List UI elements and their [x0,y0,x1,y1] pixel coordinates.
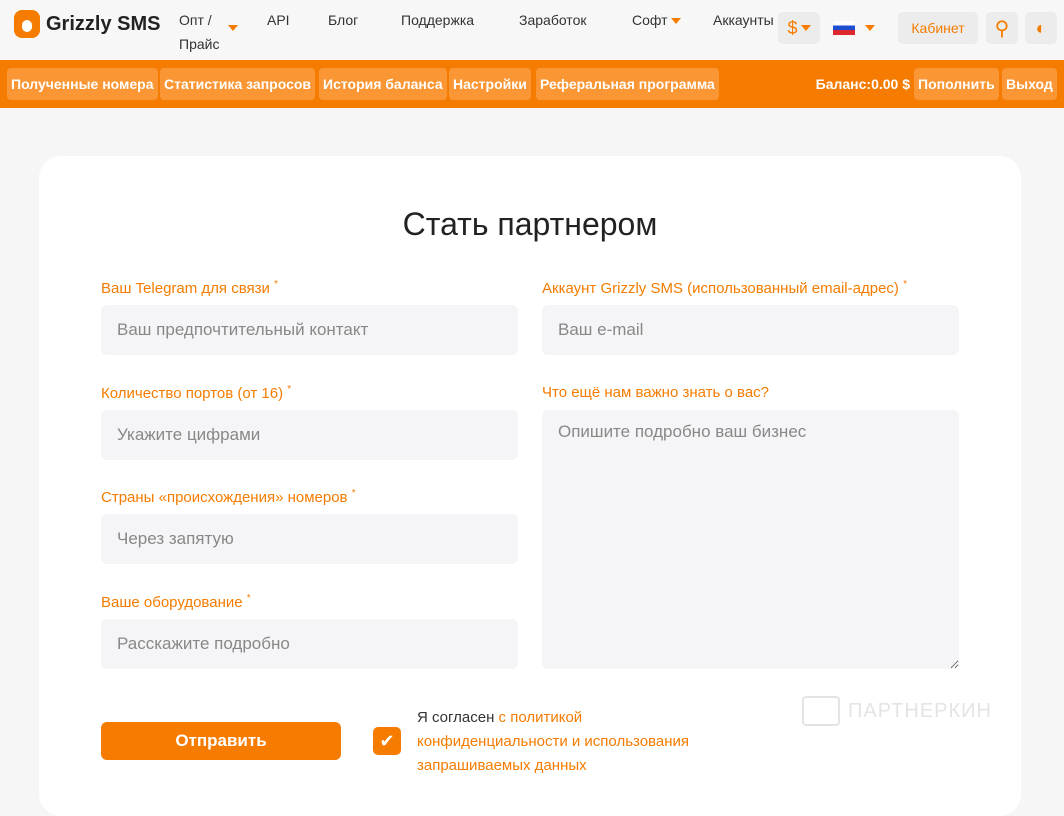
agree-checkbox[interactable]: ✔ [373,727,401,755]
telegram-input[interactable] [101,305,518,355]
bear-icon [14,10,40,38]
cabinet-button[interactable]: Кабинет [898,12,978,44]
watermark: ПАРТНЕРКИН [802,696,992,726]
equipment-label: Ваше оборудование * [101,593,251,611]
theme-toggle-icon[interactable]: ◐ [1025,12,1057,44]
tab-balance-history[interactable]: История баланса [319,68,447,100]
ports-label: Количество портов (от 16) * [101,384,292,402]
email-input[interactable] [542,305,959,355]
search-icon[interactable]: ⚲ [986,12,1018,44]
tab-settings[interactable]: Настройки [449,68,531,100]
nav-accounts[interactable]: Аккаунты [713,8,774,32]
nav-api[interactable]: API [267,8,290,32]
about-label: Что ещё нам важно знать о вас? [542,384,769,401]
topup-button[interactable]: Пополнить [914,68,999,100]
submit-button[interactable]: Отправить [101,722,341,760]
account-label: Аккаунт Grizzly SMS (использованный emai… [542,279,907,297]
brand-name: Grizzly SMS [46,12,161,35]
nav-blog[interactable]: Блог [328,8,358,32]
nav-support[interactable]: Поддержка [401,8,474,32]
telegram-label: Ваш Telegram для связи * [101,279,278,297]
ports-input[interactable] [101,410,518,460]
partnerkin-logo-icon [802,696,840,726]
agree-text: Я согласен с политикой конфиденциальност… [417,709,689,774]
nav-price[interactable]: Опт / Прайс [179,8,229,56]
chevron-down-icon [670,18,681,25]
chevron-down-icon [228,25,238,31]
logo[interactable]: Grizzly SMS [14,10,160,38]
countries-input[interactable] [101,514,518,564]
tab-received-numbers[interactable]: Полученные номера [7,68,158,100]
logout-button[interactable]: Выход [1002,68,1057,100]
equipment-input[interactable] [101,619,518,669]
flag-ru-icon [833,21,855,35]
currency-select[interactable]: $ [778,12,820,44]
balance: Баланс:0.00 $ [815,76,910,92]
countries-label: Страны «происхождения» номеров * [101,488,356,506]
about-textarea[interactable] [542,410,959,669]
nav-earn[interactable]: Заработок [519,8,586,32]
tab-request-stats[interactable]: Статистика запросов [160,68,316,100]
language-select[interactable] [826,12,882,44]
account-nav: Полученные номера Статистика запросов Ис… [0,60,1064,108]
header: Grizzly SMS Опт / Прайс API Блог Поддерж… [0,0,1064,60]
page-title: Стать партнером [402,206,658,242]
nav-soft[interactable]: Софт [632,8,681,32]
tab-referral[interactable]: Реферальная программа [536,68,719,100]
